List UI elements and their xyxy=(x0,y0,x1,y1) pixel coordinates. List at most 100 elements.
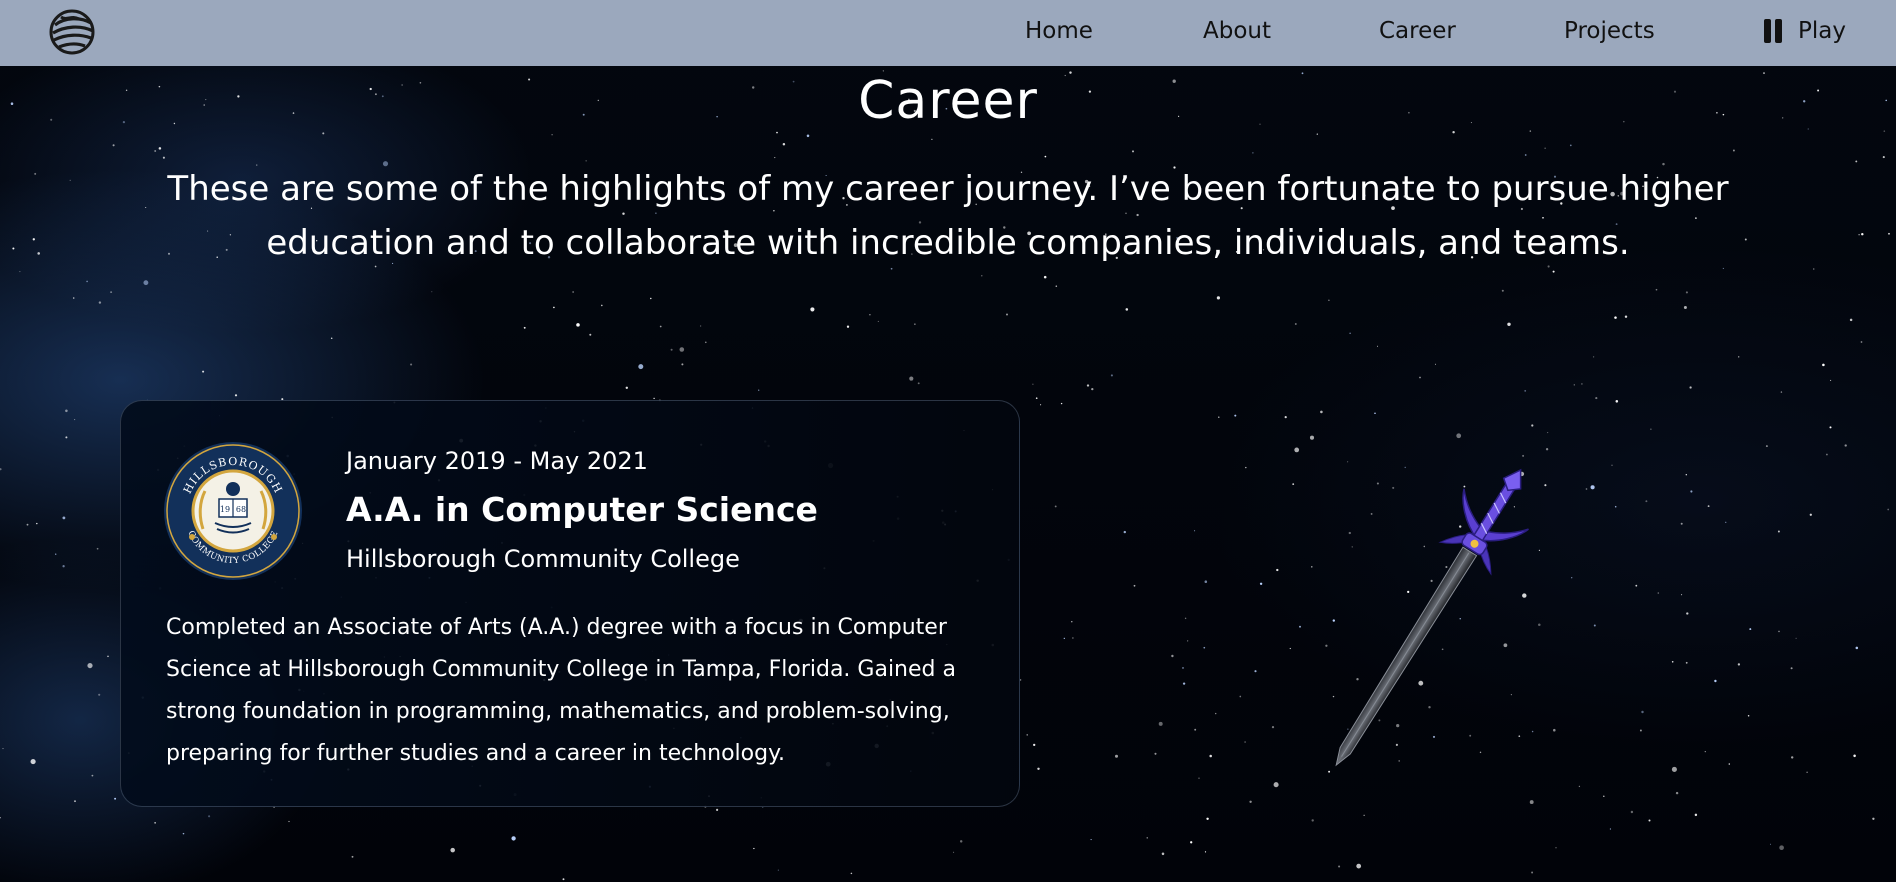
star xyxy=(762,806,764,808)
star xyxy=(1749,628,1752,631)
star xyxy=(98,301,102,304)
star xyxy=(145,206,147,209)
top-navbar: Home About Career Projects Play xyxy=(0,0,1896,66)
star xyxy=(1645,500,1648,503)
star xyxy=(1571,577,1573,579)
star xyxy=(1858,234,1860,236)
star xyxy=(1590,485,1595,490)
star xyxy=(1054,505,1057,508)
star xyxy=(869,314,871,316)
star xyxy=(1044,155,1047,158)
star xyxy=(65,409,68,413)
star xyxy=(1531,871,1534,874)
career-description: Completed an Associate of Arts (A.A.) de… xyxy=(166,615,956,766)
star xyxy=(909,376,914,381)
star xyxy=(1133,584,1136,587)
star xyxy=(625,386,628,389)
star xyxy=(65,436,68,439)
nav-career-link[interactable]: Career xyxy=(1379,16,1456,46)
nav-about-link[interactable]: About xyxy=(1203,16,1271,46)
star xyxy=(91,774,94,777)
career-card: HILLSBOROUGH COMMUNITY COLLEGE 19 68 Jan… xyxy=(120,400,1020,807)
star xyxy=(1063,637,1065,640)
star xyxy=(74,419,76,421)
star xyxy=(806,134,810,138)
nav-projects-link[interactable]: Projects xyxy=(1564,16,1655,46)
star xyxy=(0,817,1,819)
star xyxy=(953,851,955,853)
star xyxy=(112,144,115,147)
star xyxy=(182,832,185,835)
star xyxy=(810,307,815,312)
star xyxy=(1849,318,1853,322)
star xyxy=(1529,800,1534,805)
star xyxy=(774,157,776,159)
star xyxy=(1338,865,1341,868)
star xyxy=(1294,323,1297,325)
star xyxy=(1245,466,1247,469)
star xyxy=(1573,384,1575,386)
star xyxy=(562,878,565,881)
star xyxy=(1655,288,1658,291)
star xyxy=(1614,505,1617,508)
star xyxy=(1216,296,1220,300)
star xyxy=(1524,390,1527,392)
star xyxy=(1689,386,1692,389)
star xyxy=(431,291,433,293)
star xyxy=(1592,356,1595,358)
star xyxy=(1887,508,1890,511)
star xyxy=(1683,306,1687,309)
star xyxy=(1769,843,1772,845)
star xyxy=(74,800,76,803)
star xyxy=(653,397,655,400)
star xyxy=(1376,345,1379,347)
nav-home-link[interactable]: Home xyxy=(1025,16,1093,46)
star xyxy=(511,836,516,841)
star xyxy=(1685,291,1688,294)
star xyxy=(670,348,673,351)
star xyxy=(1704,750,1706,753)
star xyxy=(1320,410,1323,414)
star xyxy=(1648,819,1651,822)
star xyxy=(650,297,652,300)
star xyxy=(114,797,117,800)
college-seal-icon: HILLSBOROUGH COMMUNITY COLLEGE 19 68 xyxy=(164,442,302,580)
star xyxy=(86,280,88,283)
seal-year-right: 68 xyxy=(236,505,246,514)
star xyxy=(1609,828,1611,830)
play-music-button[interactable]: Play xyxy=(1764,16,1846,46)
star xyxy=(1809,513,1812,516)
star xyxy=(330,337,333,339)
star xyxy=(1204,851,1207,853)
star xyxy=(1853,754,1856,758)
star xyxy=(2,748,4,750)
star xyxy=(1555,847,1557,849)
star xyxy=(1507,322,1511,327)
star xyxy=(1882,156,1885,159)
star xyxy=(1146,837,1148,839)
star xyxy=(37,252,40,255)
star xyxy=(1744,238,1747,241)
planet-logo-icon[interactable] xyxy=(47,7,97,57)
star xyxy=(681,363,684,366)
star xyxy=(1593,624,1596,627)
star xyxy=(1790,756,1794,759)
star xyxy=(1204,580,1208,583)
star xyxy=(1043,275,1047,279)
intro-text: These are some of the highlights of my c… xyxy=(167,169,1729,263)
star xyxy=(1615,400,1619,403)
career-page: Home About Career Projects Play Career T… xyxy=(0,0,1896,882)
star xyxy=(1203,646,1206,649)
play-label: Play xyxy=(1798,18,1846,44)
star xyxy=(1780,391,1783,393)
star xyxy=(777,869,779,871)
star xyxy=(1611,464,1613,466)
star xyxy=(1777,530,1780,533)
star xyxy=(1363,814,1365,816)
star xyxy=(1872,817,1875,820)
star xyxy=(1328,299,1330,302)
star xyxy=(1005,313,1009,316)
star xyxy=(1060,402,1063,405)
star xyxy=(1349,332,1351,334)
star xyxy=(98,693,101,696)
